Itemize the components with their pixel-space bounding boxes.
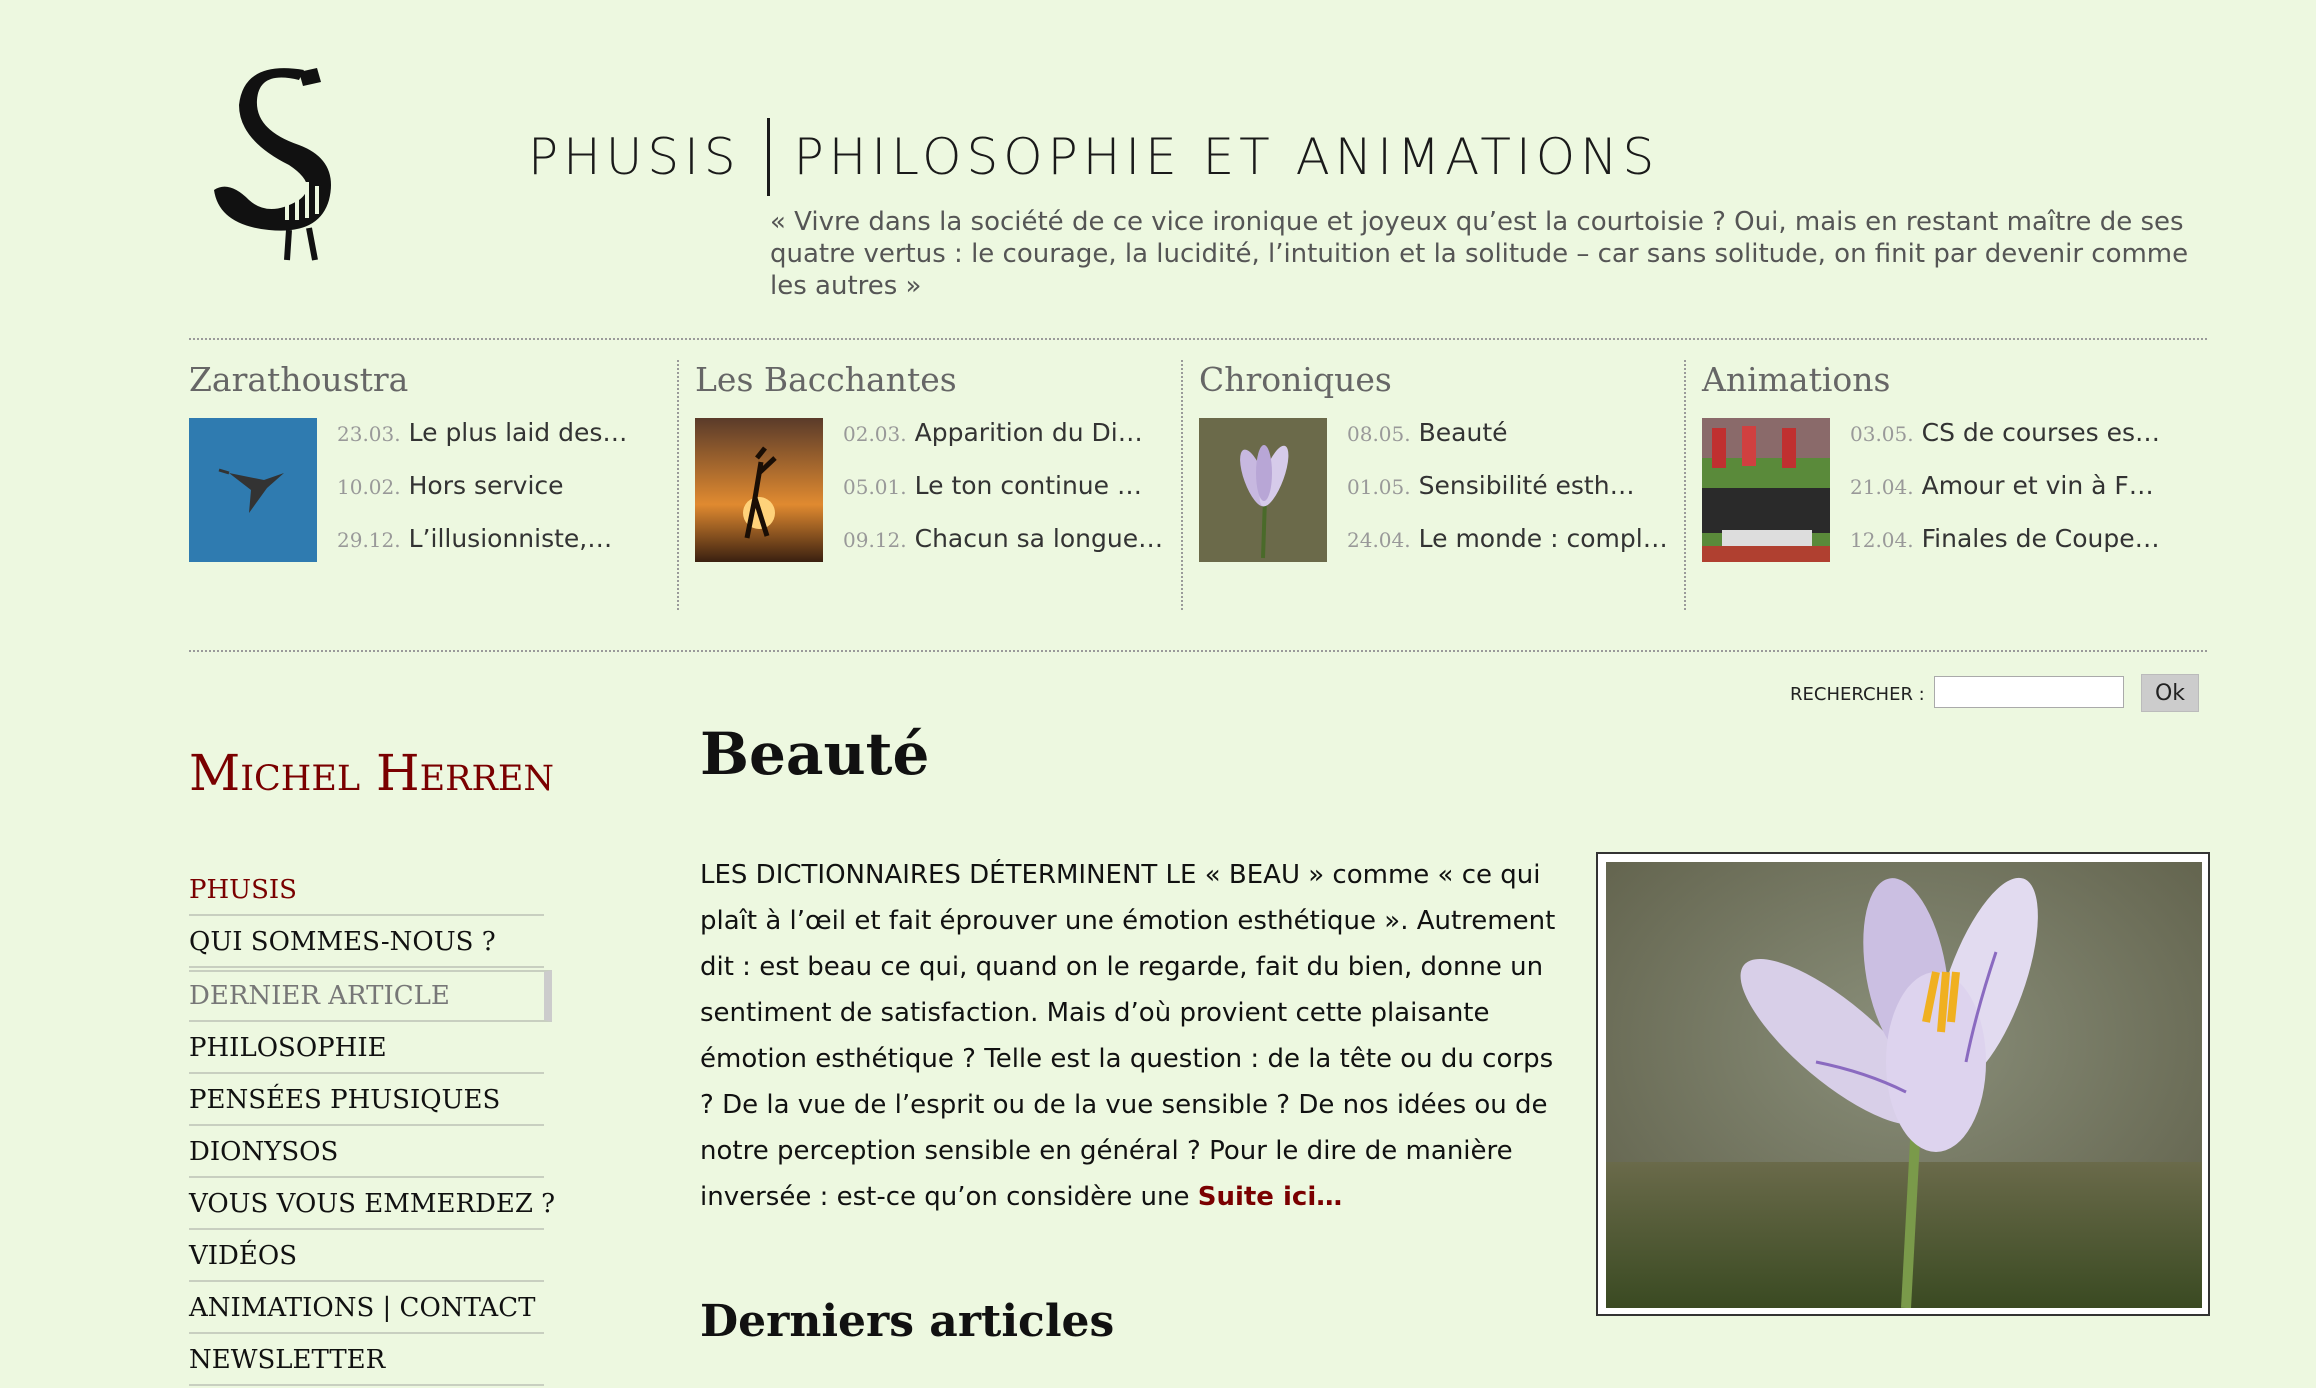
post-link[interactable]: 08.05. Beauté [1347, 418, 1668, 471]
nav-item-philosophie[interactable]: PHILOSOPHIE [189, 1024, 544, 1074]
nav-item-phusis[interactable]: PHUSIS [189, 866, 544, 916]
search-ok-button[interactable]: Ok [2141, 674, 2199, 712]
category-animations: Animations 03.05. CS de courses es… 21.04… [1684, 360, 2160, 610]
nav-item-newsletter[interactable]: NEWSLETTER [189, 1336, 544, 1386]
post-link[interactable]: 03.05. CS de courses es… [1850, 418, 2160, 471]
latest-articles-heading: Derniers articles [700, 1296, 1115, 1347]
category-post-list: 23.03. Le plus laid des… 10.02. Hors servi… [337, 418, 627, 577]
nav-item-dionysos[interactable]: DIONYSOS [189, 1128, 544, 1178]
nav-item-vous-vous-emmerdez[interactable]: VOUS VOUS EMMERDEZ ? [189, 1180, 555, 1230]
category-post-list: 03.05. CS de courses es… 21.04. Amour et v… [1850, 418, 2160, 577]
site-title-tagline: PHILOSOPHIE ET ANIMATIONS [793, 128, 1660, 186]
post-link[interactable]: 24.04. Le monde : compl… [1347, 524, 1668, 577]
post-link[interactable]: 29.12. L’illusionniste,… [337, 524, 627, 577]
category-title[interactable]: Zarathoustra [189, 360, 408, 399]
nav-item-qui-sommes-nous[interactable]: QUI SOMMES-NOUS ? [189, 918, 544, 968]
header-quote: « Vivre dans la société de ce vice ironi… [770, 207, 2189, 301]
title-separator [766, 118, 770, 196]
post-link[interactable]: 12.04. Finales de Coupe… [1850, 524, 2160, 577]
category-zarathoustra: Zarathoustra 23.03. Le plus laid des… 10.… [189, 360, 659, 610]
nav-item-animations-contact[interactable]: ANIMATIONS | CONTACT [189, 1284, 544, 1334]
crocus-thumbnail[interactable] [1199, 418, 1327, 562]
post-link[interactable]: 23.03. Le plus laid des… [337, 418, 627, 471]
nav-item-videos[interactable]: VIDÉOS [189, 1232, 544, 1282]
article-image[interactable] [1596, 852, 2210, 1316]
dancer-thumbnail[interactable] [695, 418, 823, 562]
post-link[interactable]: 05.01. Le ton continue … [843, 471, 1163, 524]
category-post-list: 02.03. Apparition du Di… 05.01. Le ton con… [843, 418, 1163, 577]
read-more-link[interactable]: Suite ici… [1198, 1182, 1343, 1212]
category-post-list: 08.05. Beauté 01.05. Sensibilité esth… 24.… [1347, 418, 1668, 577]
category-title[interactable]: Animations [1702, 360, 1890, 399]
search-label: RECHERCHER : [1790, 684, 1925, 705]
categories-divider [189, 650, 2207, 652]
header-divider [189, 338, 2207, 340]
search-input[interactable] [1934, 676, 2124, 708]
category-chroniques: Chroniques 08.05. Beauté 01.05. Sensibilit… [1181, 360, 1668, 610]
site-title[interactable]: PHUSIS PHILOSOPHIE ET ANIMATIONS [528, 118, 1659, 196]
article-title: Beauté [700, 720, 930, 788]
author-name[interactable]: Michel Herren [189, 744, 554, 802]
post-link[interactable]: 01.05. Sensibilité esth… [1347, 471, 1668, 524]
sidebar-nav: PHUSIS QUI SOMMES-NOUS ? DERNIER ARTICLE… [189, 866, 555, 1388]
site-logo[interactable] [189, 60, 359, 270]
article-excerpt: LES DICTIONNAIRES DÉTERMINENT LE « BEAU … [700, 852, 1570, 1220]
nav-item-dernier-article[interactable]: DERNIER ARTICLE [189, 970, 552, 1022]
post-link[interactable]: 02.03. Apparition du Di… [843, 418, 1163, 471]
post-link[interactable]: 10.02. Hors service [337, 471, 627, 524]
category-title[interactable]: Chroniques [1199, 360, 1392, 399]
article-body-text: LES DICTIONNAIRES DÉTERMINENT LE « BEAU … [700, 860, 1556, 1212]
category-bacchantes: Les Bacchantes 02.03. Apparition du Di… 0… [677, 360, 1163, 610]
post-link[interactable]: 21.04. Amour et vin à F… [1850, 471, 2160, 524]
post-link[interactable]: 09.12. Chacun sa longue… [843, 524, 1163, 577]
site-title-phusis: PHUSIS [528, 128, 741, 186]
nav-item-pensees-phusiques[interactable]: PENSÉES PHUSIQUES [189, 1076, 544, 1126]
category-title[interactable]: Les Bacchantes [695, 360, 957, 399]
heron-thumbnail[interactable] [189, 418, 317, 562]
podium-thumbnail[interactable] [1702, 418, 1830, 562]
